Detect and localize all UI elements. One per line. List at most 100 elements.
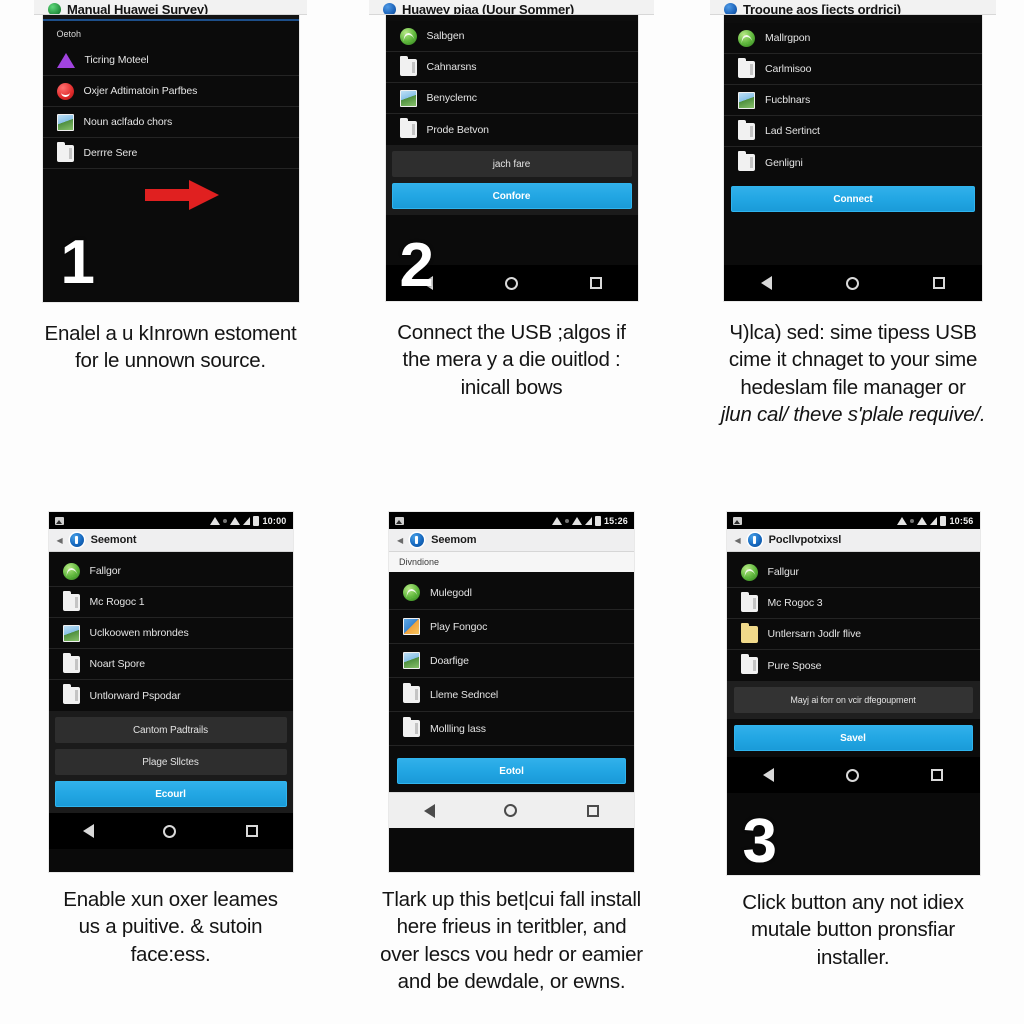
- list-item-label: Uclkoowen mbrondes: [89, 627, 189, 639]
- connect-button[interactable]: Connect: [731, 186, 975, 212]
- list-item-label: Benyclemc: [426, 92, 478, 104]
- list-item[interactable]: Benyclemc: [385, 83, 638, 114]
- list-item[interactable]: Mc Rogoc 1: [48, 587, 293, 618]
- list-item[interactable]: Uclkoowen mbrondes: [48, 618, 293, 649]
- app-icon: [724, 3, 737, 14]
- caption-line: Tlark up this bet|cui fall install: [382, 888, 641, 911]
- image-icon: [56, 113, 74, 131]
- battery-icon: [594, 515, 601, 526]
- list-item[interactable]: Mollling lass: [389, 712, 634, 746]
- home-icon[interactable]: [504, 276, 518, 290]
- folder-icon: [62, 652, 80, 673]
- list-item[interactable]: Cahnarsns: [385, 52, 638, 83]
- image-icon: [738, 91, 755, 109]
- file-list-6: Fallgur Mc Rogoc 3 Untlersarn Jodlr fliv…: [726, 552, 980, 793]
- list-item[interactable]: Play Fongoc: [389, 610, 634, 644]
- wifi-icon: [551, 516, 562, 525]
- list-item[interactable]: Lad Sertinct: [724, 116, 982, 147]
- back-arrow-icon[interactable]: ◀: [735, 536, 741, 545]
- home-icon[interactable]: [163, 824, 177, 838]
- back-icon[interactable]: [421, 276, 433, 290]
- secondary-button-2[interactable]: Plage Sllctes: [54, 749, 287, 775]
- play-icon: [403, 618, 420, 635]
- list-item-label: Fallgor: [89, 565, 122, 577]
- list-item[interactable]: Noart Spore: [48, 649, 293, 680]
- app-titlebar-6: ◀ Pocllvpotxixsl: [726, 529, 980, 552]
- list-item[interactable]: Untlersarn Jodlr flive: [726, 619, 980, 650]
- list-item[interactable]: Mc Rogoc 3: [726, 588, 980, 619]
- section-label: Divndione: [389, 552, 634, 572]
- secondary-button-1[interactable]: Cantom Padtrails: [54, 717, 287, 743]
- list-item[interactable]: Oxjer Adtimatoin Parfbes: [42, 76, 299, 107]
- list-item[interactable]: Derrre Sere: [42, 138, 299, 169]
- list-item[interactable]: Untlorward Pspodar: [49, 680, 293, 711]
- list-item[interactable]: Pure Spose: [727, 650, 980, 681]
- list-empty-area: [724, 220, 982, 265]
- panel-step-3: Trooune aos [jects ordrici) Mallrgpon Ca…: [682, 0, 1024, 500]
- home-icon[interactable]: [504, 804, 518, 817]
- list-item[interactable]: Doarfige: [389, 644, 634, 678]
- list-item[interactable]: Noun aclfado chors: [42, 107, 299, 138]
- back-icon[interactable]: [762, 768, 774, 782]
- list-item[interactable]: Ticring Moteel: [42, 45, 299, 76]
- caption-line: face:ess.: [130, 942, 211, 966]
- home-icon[interactable]: [845, 768, 859, 782]
- panel-step-6: 10:56 ◀ Pocllvpotxixsl Fallgur Mc Rogoc …: [682, 500, 1024, 1024]
- recents-icon[interactable]: [931, 769, 944, 781]
- list-item[interactable]: Salbgen: [385, 21, 638, 52]
- image-icon: [399, 89, 417, 107]
- list-item[interactable]: Mulegodl: [389, 576, 634, 610]
- statusbar-time: 15:26: [603, 515, 628, 526]
- signal-icon: [584, 516, 592, 525]
- list-item[interactable]: Fallgur: [726, 557, 980, 588]
- phone-icon: [48, 3, 61, 14]
- list-item[interactable]: Fucblnars: [724, 85, 982, 116]
- back-arrow-icon[interactable]: ◀: [57, 536, 63, 545]
- list-item-label: Noun aclfado chors: [83, 116, 173, 128]
- list-item[interactable]: Carlmisoo: [724, 54, 982, 85]
- list-item-label: Doarfige: [430, 654, 469, 667]
- android-navbar: [48, 813, 293, 849]
- step-number: 3: [742, 807, 778, 875]
- primary-button[interactable]: Ecourl: [54, 781, 287, 807]
- peek-bar-title: Manual Huawei Survey): [67, 2, 209, 15]
- folder-icon: [56, 141, 74, 162]
- caption-3: Ч)lca) sed: sime tipess USB cime it chna…: [682, 301, 1024, 429]
- caption-line: Click button any not idiex: [742, 891, 964, 914]
- recents-icon[interactable]: [587, 804, 600, 817]
- wifi-icon: [230, 516, 241, 525]
- back-icon[interactable]: [423, 803, 435, 818]
- caption-4: Enable xun oxer leames us a puitive. & s…: [0, 872, 341, 968]
- caption-1: Enalel a u kInrown estoment for le unnow…: [0, 302, 341, 375]
- home-icon[interactable]: [846, 276, 859, 290]
- screenshot-4: 10:00 ◀ Seemont Fallgor Mc Rogoc 1 Uclko…: [48, 512, 293, 872]
- list-item[interactable]: Fallgor: [48, 556, 293, 587]
- list-item-label: Oxjer Adtimatoin Parfbes: [83, 85, 198, 97]
- caption-6: Click button any not idiex mutale button…: [682, 875, 1024, 971]
- save-button[interactable]: Savel: [733, 725, 973, 751]
- folder-icon: [399, 55, 417, 76]
- caption-line: here frieus in teritbler, and: [396, 915, 627, 939]
- recents-icon[interactable]: [933, 277, 945, 289]
- recents-icon[interactable]: [245, 825, 258, 837]
- notice-text: Mayj ai forr on vcir dfegoupment: [733, 687, 973, 713]
- primary-button[interactable]: Eotol: [397, 758, 626, 784]
- secondary-button[interactable]: jach fare: [391, 151, 632, 177]
- list-item[interactable]: Prode Betvon: [386, 114, 638, 145]
- recents-icon[interactable]: [589, 277, 602, 289]
- android-navbar: [389, 792, 634, 828]
- back-icon[interactable]: [83, 824, 95, 838]
- app-title: Seemom: [431, 534, 477, 546]
- folder-icon: [738, 119, 755, 140]
- list-item[interactable]: Lleme Sedncel: [389, 678, 634, 712]
- wifi-icon: [210, 516, 221, 525]
- folder-icon: [62, 684, 80, 704]
- globe-icon: [738, 29, 755, 47]
- back-icon[interactable]: [761, 276, 772, 290]
- confirm-button[interactable]: Confore: [391, 183, 632, 209]
- folder-icon: [403, 683, 420, 703]
- list-item[interactable]: Mallrgpon: [724, 23, 982, 54]
- caption-line: and be dewdale, or ewns.: [397, 970, 626, 994]
- list-item[interactable]: Genligni: [724, 147, 982, 178]
- back-arrow-icon[interactable]: ◀: [397, 536, 403, 545]
